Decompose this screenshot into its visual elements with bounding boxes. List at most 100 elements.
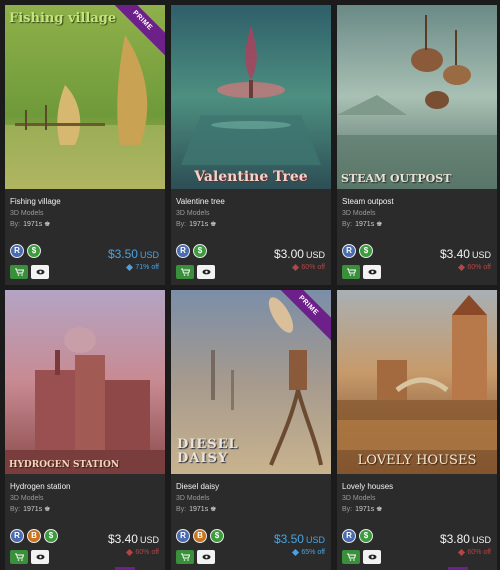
preview-button[interactable] xyxy=(363,265,381,279)
product-author: By: 1971s ♚ xyxy=(342,505,382,513)
royalty-free-icon: R xyxy=(342,529,356,543)
eye-icon xyxy=(36,269,44,275)
eye-icon xyxy=(202,554,210,560)
product-image[interactable]: Fishing village PRIME xyxy=(5,5,165,189)
product-card[interactable]: DIESEL DAISY PRIME Diesel daisy 3D Model… xyxy=(171,290,331,570)
author-name[interactable]: 1971s xyxy=(189,221,208,228)
image-title: DIESEL DAISY xyxy=(177,437,239,466)
product-image[interactable]: DIESEL DAISY PRIME xyxy=(171,290,331,474)
tag-icon xyxy=(292,548,300,556)
license-badges: R B $ xyxy=(176,529,224,543)
add-to-cart-button[interactable] xyxy=(176,550,194,564)
product-category: 3D Models xyxy=(176,495,210,502)
license-badges: R $ xyxy=(342,244,373,258)
author-name[interactable]: 1971s xyxy=(355,221,374,228)
tag-icon xyxy=(126,548,134,556)
by-label: By: xyxy=(342,221,353,228)
dollar-icon: $ xyxy=(359,529,373,543)
author-name[interactable]: 1971s xyxy=(23,506,42,513)
dollar-icon: $ xyxy=(210,529,224,543)
product-card[interactable]: HYDROGEN STATION Hydrogen station 3D Mod… xyxy=(5,290,165,570)
product-author: By: 1971s ♚ xyxy=(176,220,216,228)
product-category: 3D Models xyxy=(10,210,44,217)
product-card[interactable]: Valentine Tree Valentine tree 3D Models … xyxy=(171,5,331,285)
author-name[interactable]: 1971s xyxy=(23,221,42,228)
product-author: By: 1971s ♚ xyxy=(10,505,50,513)
preview-button[interactable] xyxy=(31,265,49,279)
product-name[interactable]: Valentine tree xyxy=(176,197,225,206)
price-currency: USD xyxy=(139,535,159,545)
product-card[interactable]: STEAM OUTPOST Steam outpost 3D Models By… xyxy=(337,5,497,285)
discount-label: 60% off xyxy=(292,263,325,271)
price-amount: $3.00 xyxy=(273,247,304,261)
price: $3.50 USD xyxy=(108,247,159,261)
preview-button[interactable] xyxy=(197,265,215,279)
tag-icon xyxy=(458,548,466,556)
preview-button[interactable] xyxy=(197,550,215,564)
author-name[interactable]: 1971s xyxy=(189,506,208,513)
product-card[interactable]: LOVELY HOUSES Lovely houses 3D Models By… xyxy=(337,290,497,570)
discount-text: 60% off xyxy=(467,549,491,556)
crown-icon: ♚ xyxy=(44,221,51,228)
product-name[interactable]: Lovely houses xyxy=(342,482,393,491)
product-image[interactable]: STEAM OUTPOST xyxy=(337,5,497,189)
license-badges: R $ xyxy=(176,244,207,258)
product-image[interactable]: HYDROGEN STATION xyxy=(5,290,165,474)
add-to-cart-button[interactable] xyxy=(342,265,360,279)
price-currency: USD xyxy=(471,535,491,545)
product-name[interactable]: Hydrogen station xyxy=(10,482,70,491)
crown-icon: ♚ xyxy=(376,506,383,513)
price: $3.50 USD xyxy=(274,532,325,546)
tag-icon xyxy=(458,263,466,271)
crown-icon: ♚ xyxy=(210,506,217,513)
preview-button[interactable] xyxy=(363,550,381,564)
cart-icon xyxy=(14,553,24,561)
image-title: Valentine Tree xyxy=(194,169,308,185)
discount-text: 65% off xyxy=(301,549,325,556)
dollar-icon: $ xyxy=(359,244,373,258)
author-name[interactable]: 1971s xyxy=(355,506,374,513)
product-category: 3D Models xyxy=(176,210,210,217)
bitcoin-icon: B xyxy=(193,529,207,543)
discount-label: 60% off xyxy=(458,548,491,556)
price-currency: USD xyxy=(471,250,491,260)
bitcoin-icon: B xyxy=(27,529,41,543)
price-amount: $3.50 xyxy=(107,247,138,261)
discount-label: 60% off xyxy=(126,548,159,556)
product-name[interactable]: Fishing village xyxy=(10,197,61,206)
product-name[interactable]: Diesel daisy xyxy=(176,482,219,491)
preview-button[interactable] xyxy=(31,550,49,564)
dollar-icon: $ xyxy=(193,244,207,258)
add-to-cart-button[interactable] xyxy=(342,550,360,564)
eye-icon xyxy=(368,269,376,275)
by-label: By: xyxy=(10,506,21,513)
royalty-free-icon: R xyxy=(176,529,190,543)
product-author: By: 1971s ♚ xyxy=(10,220,50,228)
add-to-cart-button[interactable] xyxy=(10,550,28,564)
eye-icon xyxy=(368,554,376,560)
product-image[interactable]: LOVELY HOUSES xyxy=(337,290,497,474)
price-amount: $3.40 xyxy=(107,532,138,546)
royalty-free-icon: R xyxy=(10,244,24,258)
product-image[interactable]: Valentine Tree xyxy=(171,5,331,189)
product-category: 3D Models xyxy=(342,210,376,217)
price-currency: USD xyxy=(139,250,159,260)
discount-text: 71% off xyxy=(135,264,159,271)
product-card[interactable]: Fishing village PRIME Fishing village 3D… xyxy=(5,5,165,285)
discount-label: 71% off xyxy=(126,263,159,271)
by-label: By: xyxy=(10,221,21,228)
add-to-cart-button[interactable] xyxy=(176,265,194,279)
price-currency: USD xyxy=(305,535,325,545)
price: $3.00 USD xyxy=(274,247,325,261)
product-name[interactable]: Steam outpost xyxy=(342,197,394,206)
image-title: STEAM OUTPOST xyxy=(341,172,452,185)
add-to-cart-button[interactable] xyxy=(10,265,28,279)
price: $3.40 USD xyxy=(440,247,491,261)
cart-icon xyxy=(346,268,356,276)
cart-icon xyxy=(180,268,190,276)
crown-icon: ♚ xyxy=(44,506,51,513)
discount-text: 60% off xyxy=(135,549,159,556)
dollar-icon: $ xyxy=(44,529,58,543)
license-badges: R B $ xyxy=(10,529,58,543)
by-label: By: xyxy=(176,221,187,228)
